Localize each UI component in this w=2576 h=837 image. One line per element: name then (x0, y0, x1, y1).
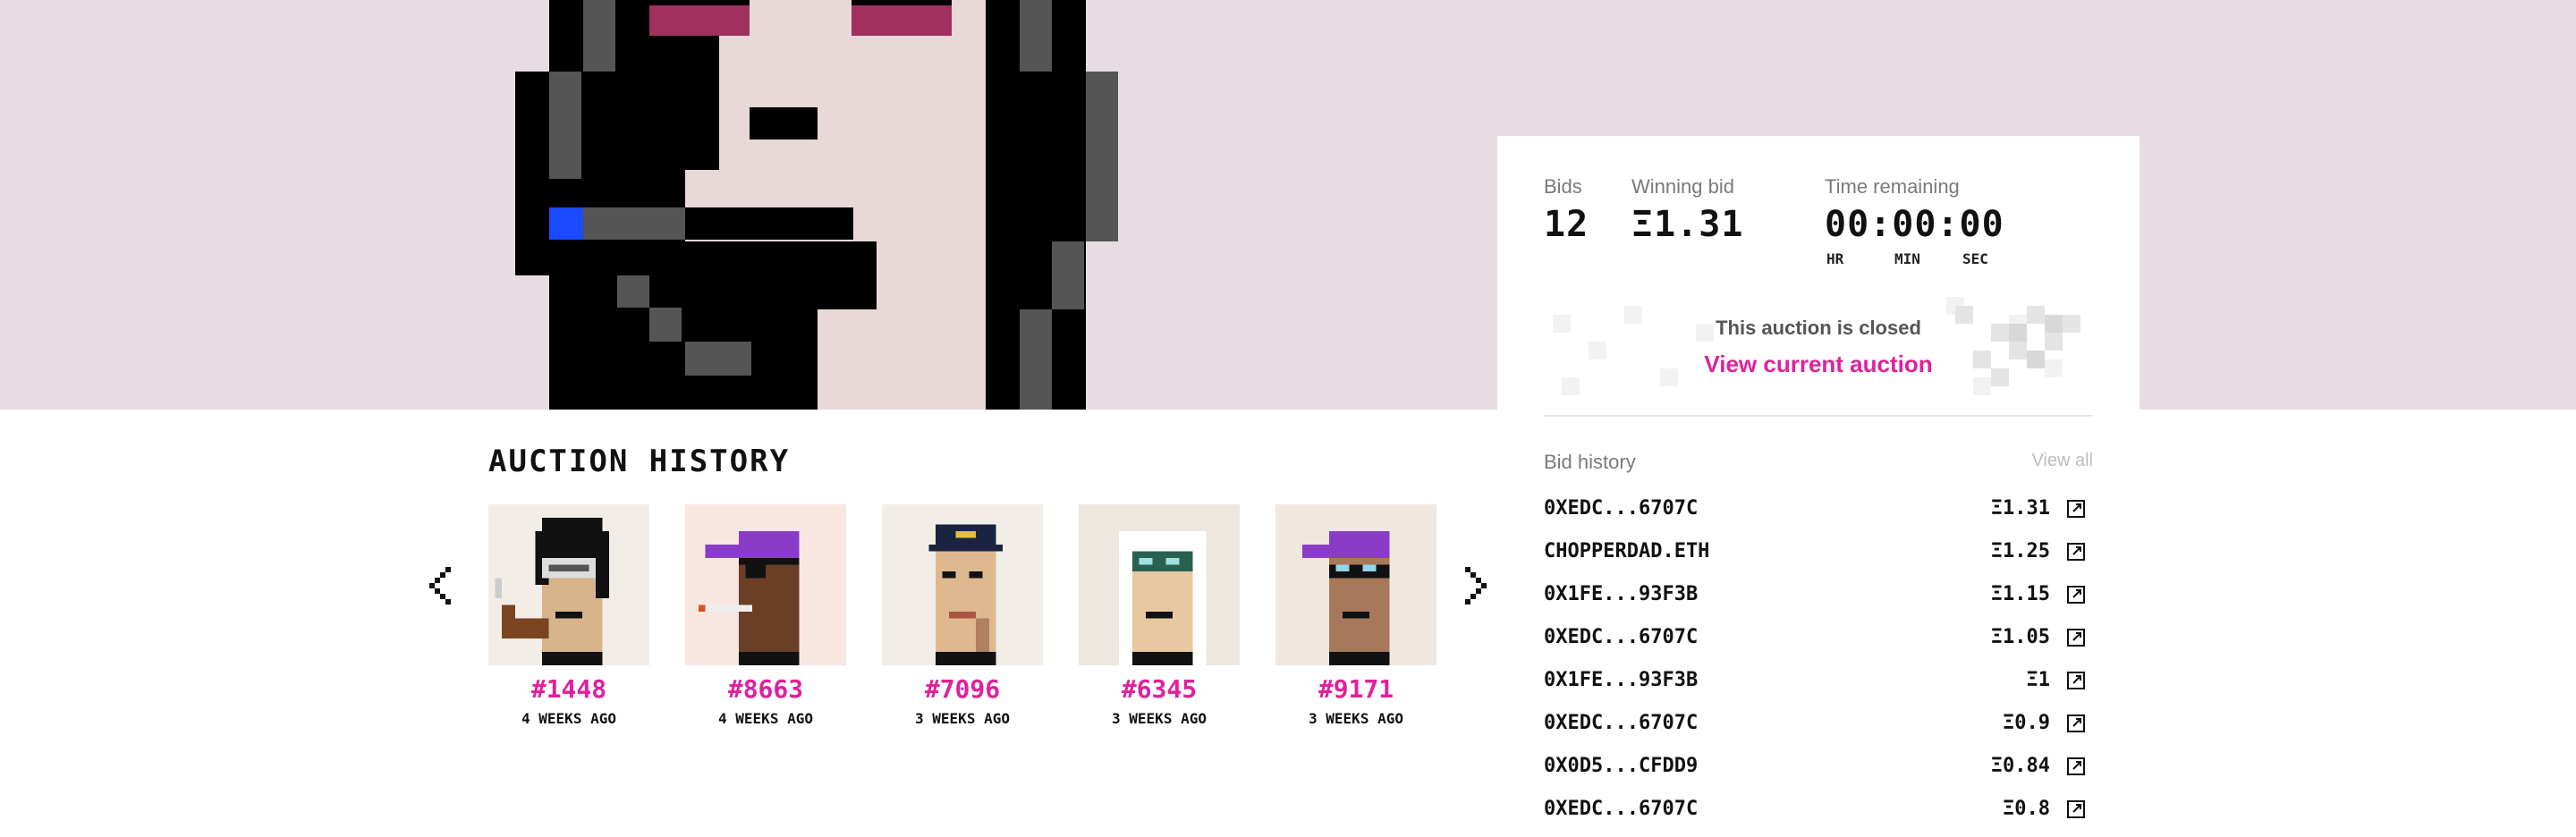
punk-thumbnail (882, 504, 1043, 665)
auction-history-time: 4 WEEKS AGO (718, 710, 813, 727)
auction-history-card[interactable]: #6345 3 WEEKS AGO (1079, 504, 1240, 727)
auction-history-id: #7096 (924, 674, 1001, 704)
bid-amount: Ξ1.05 (1990, 626, 2050, 648)
bid-row: 0XEDC...6707C Ξ1.31 (1544, 492, 2093, 535)
auction-history-time: 3 WEEKS AGO (915, 710, 1010, 727)
auction-history-card[interactable]: #9171 3 WEEKS AGO (1275, 504, 1436, 727)
bid-bidder[interactable]: 0XEDC...6707C (1544, 798, 1698, 820)
punk-thumbnail (1079, 504, 1240, 665)
bids-value: 12 (1544, 204, 1589, 245)
auction-closed-text: This auction is closed (1716, 317, 1921, 339)
auction-history-id: #8663 (727, 674, 804, 704)
divider (1544, 415, 2093, 417)
auction-history-title: AUCTION HISTORY (488, 444, 791, 479)
bid-amount: Ξ0.84 (1990, 755, 2050, 777)
winning-bid-value: Ξ1.31 (1631, 204, 1744, 245)
bid-row: 0X0D5...CFDD9 Ξ0.84 (1544, 749, 2093, 792)
punk-artwork (515, 0, 1156, 410)
external-link-icon[interactable] (2066, 671, 2086, 690)
bid-bidder[interactable]: CHOPPERDAD.ETH (1544, 540, 1709, 562)
bid-bidder[interactable]: 0XEDC...6707C (1544, 497, 1698, 520)
bid-history-list: 0XEDC...6707C Ξ1.31 CHOPPERDAD.ETH Ξ1.25… (1544, 492, 2093, 835)
bid-amount: Ξ0.9 (2003, 712, 2050, 734)
auction-panel: Bids 12 Winning bid Ξ1.31 Time remaining… (1497, 136, 2140, 410)
auction-closed-box: This auction is closed View current auct… (1544, 288, 2093, 410)
auction-history-id: #6345 (1121, 674, 1198, 704)
bid-row: 0XEDC...6707C Ξ1.05 (1544, 621, 2093, 664)
time-remaining-value: 00:00:00 (1825, 204, 2004, 245)
pixel-pattern-background (1544, 288, 2093, 410)
auction-history-time: 3 WEEKS AGO (1112, 710, 1207, 727)
auction-history-card[interactable]: #8663 4 WEEKS AGO (685, 504, 846, 727)
chevron-left-icon[interactable] (424, 562, 460, 608)
bid-amount: Ξ1 (2026, 669, 2051, 691)
bid-amount: Ξ1.25 (1990, 540, 2050, 562)
bid-row: CHOPPERDAD.ETH Ξ1.25 (1544, 535, 2093, 578)
punk-thumbnail (488, 504, 649, 665)
bid-bidder[interactable]: 0X0D5...CFDD9 (1544, 755, 1698, 777)
chevron-right-icon[interactable] (1456, 562, 1492, 608)
view-all-link[interactable]: View all (2031, 451, 2093, 471)
auction-history-card[interactable]: #1448 4 WEEKS AGO (488, 504, 649, 727)
bid-bidder[interactable]: 0X1FE...93F3B (1544, 669, 1698, 691)
external-link-icon[interactable] (2066, 499, 2086, 519)
bid-bidder[interactable]: 0X1FE...93F3B (1544, 583, 1698, 605)
auction-history-time: 3 WEEKS AGO (1309, 710, 1403, 727)
bid-bidder[interactable]: 0XEDC...6707C (1544, 712, 1698, 734)
winning-bid-label: Winning bid (1631, 175, 1734, 198)
hero-banner (0, 0, 2576, 410)
view-current-auction-link[interactable]: View current auction (1544, 351, 2093, 378)
bid-history-header: Bid history View all (1544, 451, 2093, 478)
bid-row: 0XEDC...6707C Ξ0.9 (1544, 706, 2093, 749)
external-link-icon[interactable] (2066, 714, 2086, 733)
bid-history-title: Bid history (1544, 451, 1636, 473)
bid-amount: Ξ1.15 (1990, 583, 2050, 605)
external-link-icon[interactable] (2066, 757, 2086, 776)
auction-history-id: #9171 (1318, 674, 1394, 704)
bid-row: 0XEDC...6707C Ξ0.8 (1544, 792, 2093, 835)
time-units: HR MIN SEC (1826, 250, 1988, 267)
auction-history-card[interactable]: #7096 3 WEEKS AGO (882, 504, 1043, 727)
bid-amount: Ξ0.8 (2003, 798, 2050, 820)
bid-row: 0X1FE...93F3B Ξ1.15 (1544, 578, 2093, 621)
bid-row: 0X1FE...93F3B Ξ1 (1544, 664, 2093, 706)
external-link-icon[interactable] (2066, 585, 2086, 604)
time-unit-min: MIN (1894, 250, 1920, 267)
time-unit-sec: SEC (1962, 250, 1988, 267)
bid-bidder[interactable]: 0XEDC...6707C (1544, 626, 1698, 648)
time-remaining-label: Time remaining (1825, 175, 1960, 198)
punk-thumbnail (1275, 504, 1436, 665)
time-unit-hr: HR (1826, 250, 1844, 267)
bid-amount: Ξ1.31 (1990, 497, 2050, 520)
external-link-icon[interactable] (2066, 542, 2086, 562)
auction-history-time: 4 WEEKS AGO (521, 710, 616, 727)
bids-label: Bids (1544, 175, 1582, 198)
auction-history-id: #1448 (530, 674, 607, 704)
punk-thumbnail (685, 504, 846, 665)
external-link-icon[interactable] (2066, 799, 2086, 819)
external-link-icon[interactable] (2066, 628, 2086, 647)
